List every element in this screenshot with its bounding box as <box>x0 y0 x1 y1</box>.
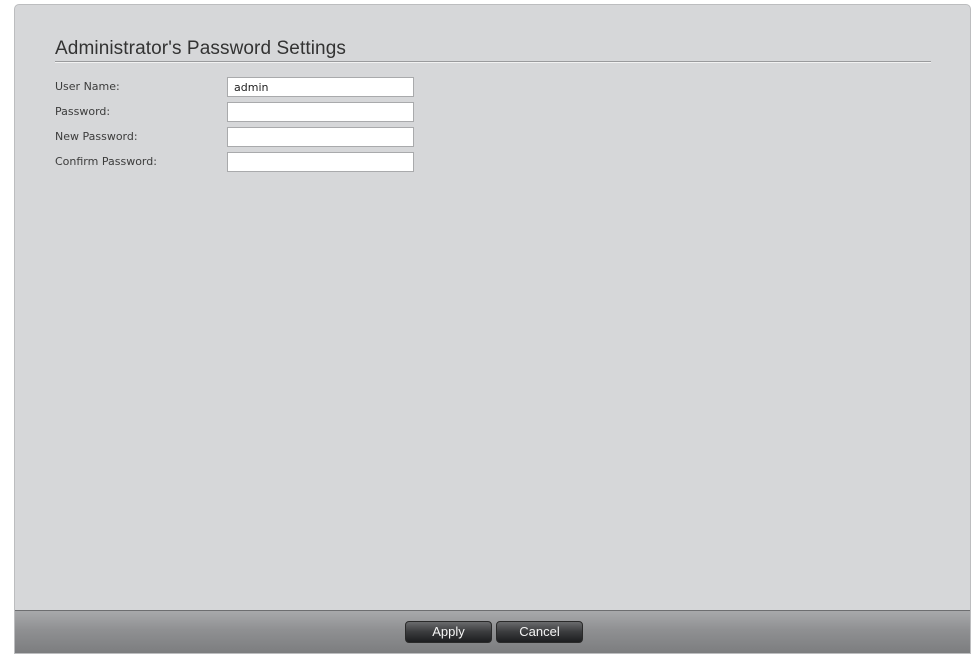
password-input[interactable] <box>227 102 414 122</box>
form-row-password: Password: <box>55 102 455 124</box>
footer-action-bar: Apply Cancel <box>15 610 970 653</box>
apply-button[interactable]: Apply <box>405 621 492 643</box>
password-label: Password: <box>55 105 111 118</box>
new-password-input[interactable] <box>227 127 414 147</box>
form-row-new-password: New Password: <box>55 127 455 149</box>
page-title: Administrator's Password Settings <box>55 38 346 59</box>
settings-panel: Administrator's Password Settings User N… <box>14 4 971 654</box>
confirm-password-label: Confirm Password: <box>55 155 157 168</box>
confirm-password-input[interactable] <box>227 152 414 172</box>
user-name-label: User Name: <box>55 80 120 93</box>
new-password-label: New Password: <box>55 130 138 143</box>
cancel-button[interactable]: Cancel <box>496 621 583 643</box>
form-row-confirm-password: Confirm Password: <box>55 152 455 174</box>
title-divider <box>55 61 931 63</box>
user-name-input[interactable] <box>227 77 414 97</box>
form-row-user-name: User Name: <box>55 77 455 99</box>
